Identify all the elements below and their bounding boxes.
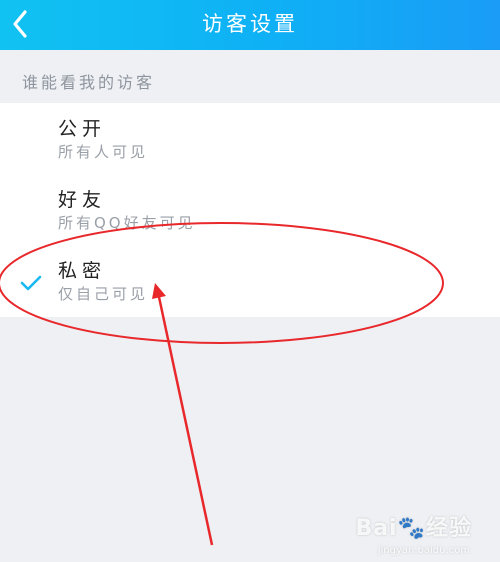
check-icon	[20, 275, 42, 291]
privacy-options-list: 公开 所有人可见 好友 所有QQ好友可见 私密 仅自己可见	[0, 103, 500, 317]
option-title: 私密	[58, 260, 107, 282]
option-subtitle: 仅自己可见	[58, 285, 149, 303]
option-subtitle: 所有人可见	[58, 143, 149, 161]
baidu-watermark-url: jingyan.baidu.com	[377, 545, 470, 556]
option-private[interactable]: 私密 仅自己可见	[0, 245, 500, 316]
page-title: 访客设置	[202, 12, 298, 36]
option-friends[interactable]: 好友 所有QQ好友可见	[0, 174, 500, 245]
option-subtitle: 所有QQ好友可见	[58, 214, 196, 232]
annotation-arrow-shaft	[157, 296, 214, 546]
section-label: 谁能看我的访客	[22, 73, 156, 92]
option-title: 公开	[58, 118, 107, 140]
baidu-watermark: Bai🐾经验	[355, 516, 472, 541]
option-title: 好友	[58, 189, 107, 211]
header-bar: 访客设置	[0, 0, 500, 50]
page: 访客设置 谁能看我的访客 公开 所有人可见 好友 所有QQ好友可见 私密 仅自己…	[0, 0, 500, 562]
option-public[interactable]: 公开 所有人可见	[0, 103, 500, 174]
